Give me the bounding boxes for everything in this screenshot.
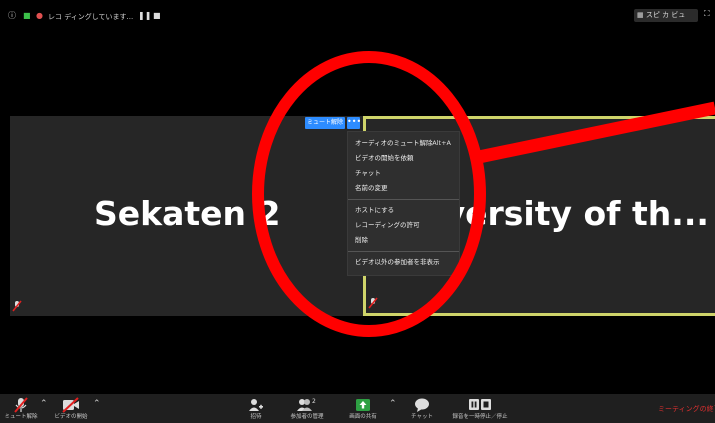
- meeting-toolbar: ミュート解除 ⌃ ビデオの開始 ⌃ 招待 2 参加者の管理 画面の共有 ⌃ チャ…: [0, 394, 715, 423]
- participant-context-menu: オーディオのミュート解除 Alt+A ビデオの開始を依頼 チャット 名前の変更 …: [347, 131, 460, 276]
- invite-person-icon: [249, 399, 263, 411]
- unmute-label: ミュート解除: [4, 414, 38, 420]
- mic-muted-icon: [368, 297, 378, 309]
- pause-stop-icon: [469, 399, 491, 410]
- manage-participants-button[interactable]: 2 参加者の管理: [284, 394, 330, 423]
- video-options-chevron-icon[interactable]: ⌃: [93, 399, 101, 409]
- recording-controls-label: 録音を一時停止／停止: [452, 414, 508, 420]
- menu-item-remove[interactable]: 削除: [348, 233, 459, 248]
- stop-recording-icon[interactable]: ■: [153, 11, 161, 21]
- participant-name: Sekaten 2: [94, 194, 281, 233]
- video-off-icon: [62, 397, 79, 413]
- share-screen-button[interactable]: 画面の共有: [345, 394, 381, 423]
- chat-label: チャット: [411, 414, 433, 420]
- info-icon[interactable]: ⓘ: [8, 11, 16, 21]
- audio-options-chevron-icon[interactable]: ⌃: [40, 399, 48, 409]
- menu-item-hide-non-video[interactable]: ビデオ以外の参加者を非表示: [348, 255, 459, 270]
- share-options-chevron-icon[interactable]: ⌃: [389, 399, 397, 409]
- participants-label: 参加者の管理: [290, 414, 324, 420]
- menu-item-shortcut: Alt+A: [432, 139, 451, 147]
- menu-item-unmute-audio[interactable]: オーディオのミュート解除 Alt+A: [348, 136, 459, 151]
- menu-item-make-host[interactable]: ホストにする: [348, 203, 459, 218]
- menu-item-allow-recording[interactable]: レコーディングの許可: [348, 218, 459, 233]
- mic-muted-icon: [12, 300, 22, 312]
- unmute-button[interactable]: ミュート解除: [3, 394, 39, 423]
- start-video-button[interactable]: ビデオの開始: [48, 394, 94, 423]
- start-video-label: ビデオの開始: [54, 414, 88, 420]
- video-tile-left[interactable]: Sekaten 2: [10, 116, 364, 316]
- end-meeting-button[interactable]: ミーティングの終了: [658, 404, 715, 414]
- menu-item-label: オーディオのミュート解除: [355, 139, 433, 147]
- recording-status: レコ ディングしています...: [48, 13, 134, 21]
- cloud-recording-icon: ●: [36, 11, 43, 20]
- invite-button[interactable]: 招待: [243, 394, 269, 423]
- participant-count: 2: [312, 398, 316, 405]
- lock-icon[interactable]: ■: [23, 11, 31, 21]
- mic-muted-icon: [14, 397, 28, 413]
- menu-item-chat[interactable]: チャット: [348, 166, 459, 181]
- fullscreen-icon[interactable]: ⛶: [704, 9, 710, 19]
- unmute-participant-button[interactable]: ミュート解除: [305, 117, 345, 129]
- top-bar: ⓘ ■ ● レコ ディングしています... ❚❚ ■ ▦ スピ カ ビュ ⛶: [0, 0, 715, 32]
- share-screen-icon: [356, 399, 370, 411]
- view-button[interactable]: ▦ スピ カ ビュ: [634, 9, 698, 22]
- share-label: 画面の共有: [349, 414, 377, 420]
- pause-stop-recording-button[interactable]: 録音を一時停止／停止: [445, 394, 515, 423]
- menu-divider: [348, 199, 459, 200]
- gallery-icon: ▦: [637, 11, 644, 19]
- menu-item-rename[interactable]: 名前の変更: [348, 181, 459, 196]
- chat-bubble-icon: [415, 398, 429, 412]
- view-label: スピ カ ビュ: [645, 11, 686, 19]
- menu-divider: [348, 251, 459, 252]
- zoom-meeting-window: ⓘ ■ ● レコ ディングしています... ❚❚ ■ ▦ スピ カ ビュ ⛶ S…: [0, 0, 715, 423]
- invite-label: 招待: [250, 414, 262, 420]
- chat-button[interactable]: チャット: [407, 394, 437, 423]
- participants-icon: 2: [297, 398, 316, 411]
- pause-recording-icon[interactable]: ❚❚: [138, 11, 151, 21]
- menu-item-request-video[interactable]: ビデオの開始を依頼: [348, 151, 459, 166]
- more-options-button[interactable]: •••: [347, 117, 361, 129]
